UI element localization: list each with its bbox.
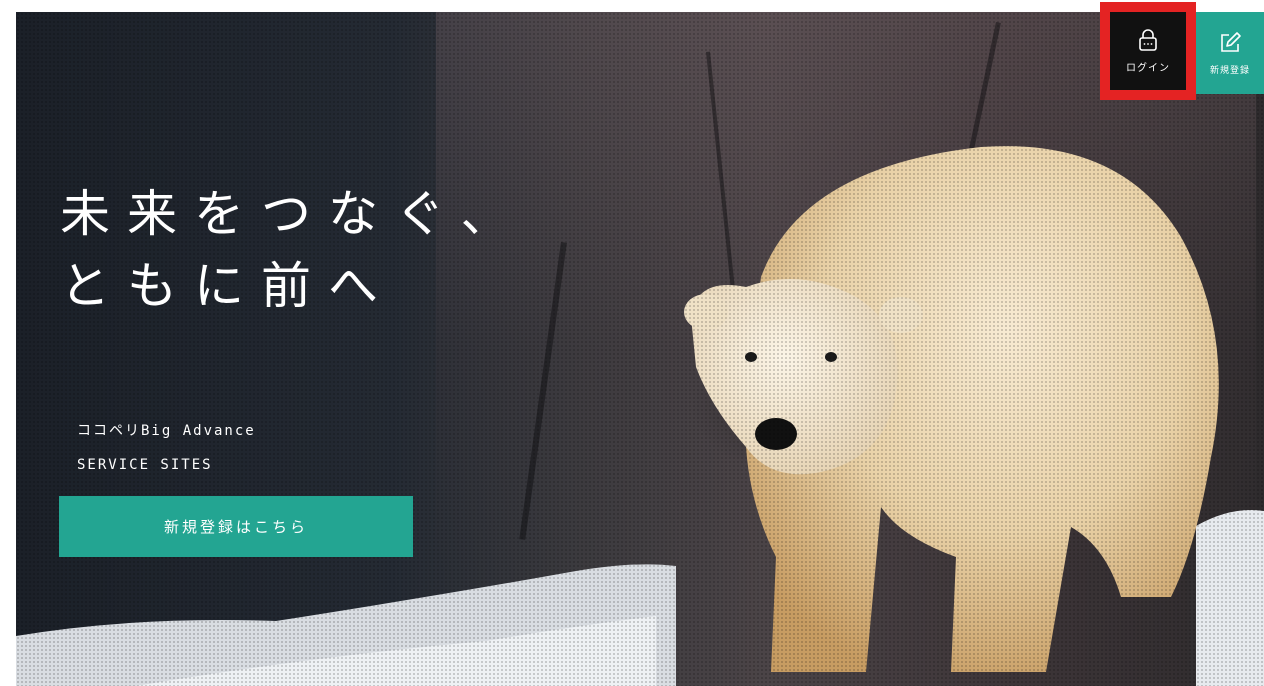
- polar-bear-image: [684, 146, 1219, 672]
- headline-line-1: 未来をつなぐ、: [60, 185, 528, 243]
- hero-subtitle: ココペリBig Advance SERVICE SITES: [77, 414, 256, 482]
- lock-icon: [1138, 28, 1158, 51]
- login-button-inner[interactable]: ログイン: [1110, 12, 1186, 90]
- login-button[interactable]: ログイン: [1100, 2, 1196, 100]
- register-button[interactable]: 新規登録: [1196, 12, 1264, 94]
- headline-line-2: ともに前へ: [60, 257, 395, 315]
- subtitle-line-2: SERVICE SITES: [77, 457, 213, 473]
- hero-headline: 未来をつなぐ、 ともに前へ: [60, 178, 528, 322]
- register-cta-button[interactable]: 新規登録はこちら: [59, 496, 413, 557]
- subtitle-line-1: ココペリBig Advance: [77, 423, 256, 439]
- login-label: ログイン: [1126, 62, 1170, 74]
- hero-banner: [16, 12, 1264, 686]
- register-label: 新規登録: [1209, 65, 1250, 76]
- edit-icon: [1218, 31, 1242, 55]
